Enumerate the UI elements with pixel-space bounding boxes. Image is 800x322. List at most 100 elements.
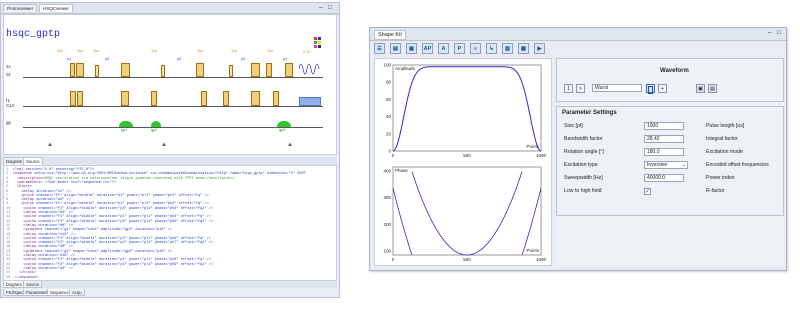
waveform-section [556,58,784,102]
gradient-pulse[interactable] [277,121,291,127]
parameter-input[interactable]: 40000.0 [644,174,684,182]
pulse-label: p2 [105,57,110,61]
parameter-input[interactable]: 28.42 [644,135,684,143]
pulse-label: p1 [283,57,288,61]
pulse-label: p2 [177,57,182,61]
new-doc-icon[interactable]: ☰ [374,43,385,54]
sequence-title: hsqc_gptp [6,29,61,40]
add-chart-icon[interactable]: ↳ [486,43,497,54]
tab-protonviewer[interactable]: Protonviewer [3,4,38,12]
amplitude-icon[interactable]: A [438,43,449,54]
parameter-input[interactable]: 1000 [644,122,684,130]
pulse-block[interactable] [285,63,293,77]
pulse-block[interactable] [251,63,260,77]
next-waveform-button[interactable]: > [576,84,585,93]
gradient-label: gp1 [121,128,128,132]
waveform-index-button[interactable]: 1 [564,84,573,93]
pulse-block[interactable] [266,63,272,77]
pulse-block[interactable] [77,91,83,106]
view-tabs: Diagram Source [3,157,337,165]
channel-baseline [23,127,323,128]
collapse-arrow-icon[interactable]: ▲ [161,142,167,148]
tab-source[interactable]: Source [23,157,43,165]
code-line[interactable]: 26 </sequence> [6,276,38,280]
chevron-down-icon[interactable]: ⌄ [682,162,686,168]
parameter-right-label: Encoded offset frequencies [706,162,769,168]
pulse-label: 11u [231,49,238,53]
waveform-type-button[interactable] [646,84,655,94]
gradient-pulse[interactable] [119,121,133,127]
pulse-label: 11u [93,49,100,53]
save-icon[interactable]: ▣ [406,43,417,54]
ap-icon[interactable]: AP [422,43,433,54]
pulse-block[interactable] [95,65,99,77]
amplitude-plot-frame [392,64,542,152]
decoupling-block[interactable] [299,97,321,106]
channel-label: d1 [6,72,12,77]
pulse-block[interactable] [121,63,130,77]
pulse-block[interactable] [70,91,76,106]
pulse-block[interactable] [76,63,84,77]
acq-time-label: 0.7s [303,50,311,54]
low-to-high-checkbox[interactable]: ✓ [644,188,651,195]
waveform-header: Waveform [660,68,689,74]
phase-icon[interactable]: P [454,43,465,54]
minimize-icon[interactable]: – [319,4,322,12]
pulse-block[interactable] [201,91,207,106]
pulse-block[interactable] [223,91,229,106]
collapse-arrow-icon[interactable]: ▲ [287,142,293,148]
pulse-block[interactable] [251,91,260,106]
parameter-label: Size [pt] [564,123,583,129]
tab-diagram[interactable]: Diagram [3,157,26,165]
waveform-name-field[interactable]: Wurst [592,84,642,92]
window-icon[interactable]: ▤ [708,84,717,93]
pulse-block[interactable] [70,63,75,77]
pulse-block[interactable] [229,65,233,77]
tab-acqu[interactable]: Acqu [69,289,85,296]
phase-curve [392,171,542,256]
pulse-label: 11u [57,49,64,53]
y-tick-label: 100 [383,63,391,68]
parameter-input[interactable]: 180.0 [644,148,684,156]
pulse-block[interactable] [273,91,279,106]
y-tick-label: 400 [383,169,391,174]
fid-acquisition-icon [299,63,320,75]
shape-kit-window: Shape Kit – □ ☰ ▤ ▣ AP A P ≡ ↳ ▥ ▦ ▶ Amplitude Poin… [369,27,787,271]
tab-diagram-bottom[interactable]: Diagram [3,281,25,288]
run-icon[interactable]: ▶ [534,43,545,54]
export-icon[interactable]: ▥ [502,43,513,54]
waveform-type-icon [648,86,653,94]
collapse-arrow-icon[interactable]: ▲ [47,142,53,148]
palette-icon[interactable] [314,37,324,53]
xml-source-editor[interactable]: 1 <?xml version="1.0" encoding="UTF-8"?>… [3,165,337,281]
window-title-tab[interactable]: Shape Kit [374,30,406,40]
parameter-right-label: Pulse length [us] [706,123,745,129]
settings-panel: Waveform 1 > Wurst + ▣ ▤ Parameter Setti… [556,58,784,266]
xml-attributes: > [36,275,39,280]
amplitude-axis-label: Amplitude [395,66,416,71]
parameter-right-label: R-factor [706,188,725,194]
channel-baseline [23,106,323,107]
pulse-label: p1 [67,57,72,61]
minimize-icon[interactable]: – [768,30,771,36]
gradient-label: gp3 [279,128,286,132]
add-waveform-button[interactable]: + [658,84,667,93]
editor-tab-bar: Protonviewer HSQCviewer – □ [1,3,339,14]
tab-hsqcviewer[interactable]: HSQCviewer [39,4,74,12]
gradient-label: gp2 [151,128,158,132]
open-folder-icon[interactable]: ▤ [390,43,401,54]
pulse-block[interactable] [121,91,129,106]
tab-source-bottom[interactable]: Source [23,281,43,288]
settings-icon[interactable]: ▦ [518,43,529,54]
waveform-plot-svg: AmplitudePoints1008060402000 500 1000Phase… [383,63,546,263]
maximize-icon[interactable]: □ [777,30,781,36]
gradient-pulse[interactable] [151,121,161,127]
pulse-block[interactable] [196,63,204,77]
pulse-block[interactable] [151,91,157,106]
view-icon[interactable]: ▣ [696,84,705,93]
chart-icon[interactable]: ≡ [470,43,481,54]
xml-attributes: duration="d4" /> [36,266,73,271]
channel-baseline [23,77,323,78]
pulse-block[interactable] [161,65,165,77]
maximize-icon[interactable]: □ [328,4,332,12]
